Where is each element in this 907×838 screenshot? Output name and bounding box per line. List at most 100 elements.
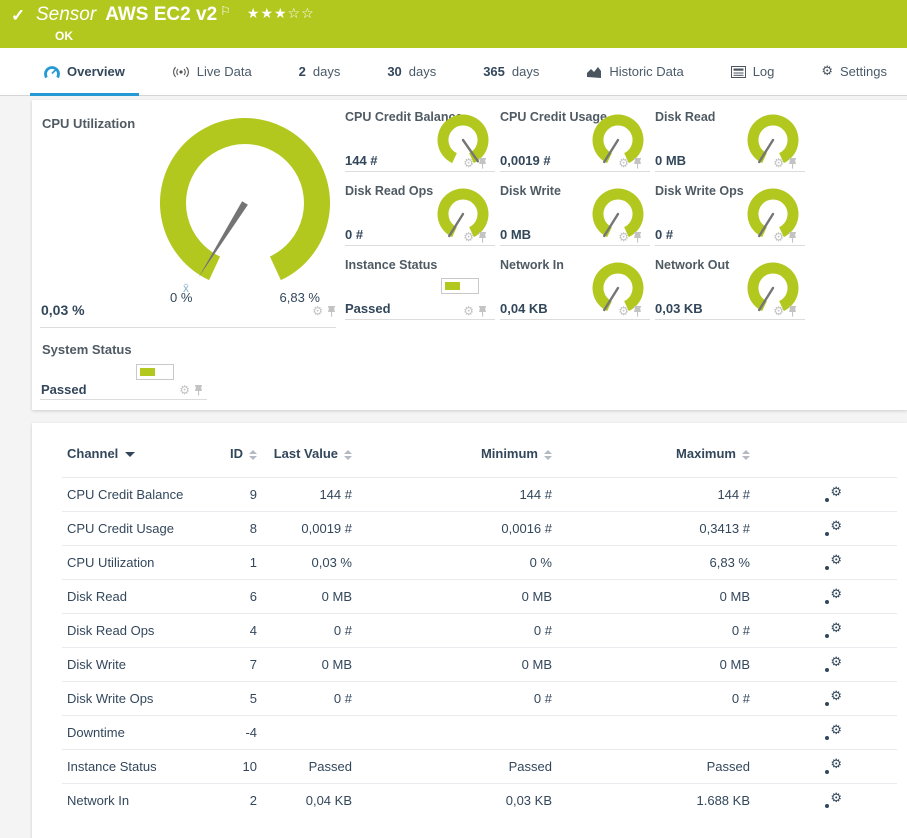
tile-settings-gear-icon[interactable]: ⚙ — [618, 157, 629, 169]
channel-settings-icon[interactable]: ⚙ — [825, 486, 842, 503]
tile-network-out[interactable]: Network Out 0,03 KB ⚙ — [655, 256, 805, 320]
tab-30-days[interactable]: 30 days — [373, 48, 450, 95]
status-indicator — [136, 364, 174, 380]
cell-min: 144 # — [357, 477, 557, 512]
tile-settings-gear-icon[interactable]: ⚙ — [312, 305, 323, 317]
tile-settings-gear-icon[interactable]: ⚙ — [463, 305, 474, 317]
pin-icon[interactable] — [788, 231, 797, 243]
cell-min — [357, 715, 557, 750]
table-row-network-in[interactable]: Network In 2 0,04 KB 0,03 KB 1.688 KB ⚙ — [62, 783, 897, 818]
flag-icon[interactable]: ⚐ — [220, 4, 231, 18]
cell-ch: Disk Read Ops — [62, 613, 202, 648]
tile-settings-gear-icon[interactable]: ⚙ — [618, 231, 629, 243]
tab-overview[interactable]: Overview — [30, 48, 139, 96]
tile-settings-gear-icon[interactable]: ⚙ — [463, 231, 474, 243]
cell-ch: Instance Status — [62, 749, 202, 784]
channel-settings-icon[interactable]: ⚙ — [825, 690, 842, 707]
col-header-channel[interactable]: Channel — [62, 423, 202, 478]
tile-settings-gear-icon[interactable]: ⚙ — [773, 157, 784, 169]
table-row-disk-read-ops[interactable]: Disk Read Ops 4 0 #0 #0 # ⚙ — [62, 613, 897, 648]
channel-settings-icon[interactable]: ⚙ — [825, 656, 842, 673]
cpu-utilization-gauge: x̄ — [160, 118, 330, 295]
table-row-disk-write[interactable]: Disk Write 7 0 MB 0 MB 0 MB ⚙ — [62, 647, 897, 682]
table-row-cpu-utilization[interactable]: CPU Utilization 1 0,03 % 0 % 6,83 % ⚙ — [62, 545, 897, 580]
table-row-disk-read[interactable]: Disk Read 6 0 MB 0 MB 0 MB ⚙ — [62, 579, 897, 614]
sort-icon — [249, 449, 257, 460]
tab-settings[interactable]: ⚙ Settings — [807, 48, 901, 95]
tab-365-days[interactable]: 365 days — [469, 48, 553, 95]
cell-ch: CPU Utilization — [62, 545, 202, 580]
channel-settings-icon[interactable]: ⚙ — [825, 554, 842, 571]
tile-disk-write[interactable]: Disk Write 0 MB ⚙ — [500, 182, 650, 246]
col-header-maximum[interactable]: Maximum — [557, 423, 755, 478]
channel-settings-icon[interactable]: ⚙ — [825, 792, 842, 809]
table-row-instance-status[interactable]: Instance Status 10 Passed Passed Passed ⚙ — [62, 749, 897, 784]
tile-value: 0 # — [345, 227, 364, 242]
table-row-cpu-credit-usage[interactable]: CPU Credit Usage 8 0,0019 #0,0016 #0,3413 … — [62, 511, 897, 546]
tab-label: days — [312, 64, 341, 79]
table-row-downtime[interactable]: Downtime -4 ⚙ — [62, 715, 897, 750]
pin-icon[interactable] — [194, 384, 203, 396]
channel-settings-icon[interactable]: ⚙ — [825, 520, 842, 537]
col-header-minimum[interactable]: Minimum — [357, 423, 557, 478]
tile-title: Network In — [500, 258, 564, 272]
tab-historic-data[interactable]: Historic Data — [572, 48, 697, 95]
cell-ch: Disk Write — [62, 647, 202, 682]
pin-icon[interactable] — [788, 305, 797, 317]
col-header-last-value[interactable]: Last Value — [262, 423, 357, 478]
table-header-row: Channel ID Last Value Minimum Maximum — [62, 423, 897, 478]
tile-network-in[interactable]: Network In 0,04 KB ⚙ — [500, 256, 650, 320]
tab-live-data[interactable]: Live Data — [158, 48, 266, 95]
cell-max: 144 # — [557, 477, 755, 512]
tile-cpu-utilization[interactable]: CPU Utilization x̄ 0 % 6,83 % 0,03 % ⚙ — [32, 100, 344, 328]
cell-min: 0 MB — [357, 647, 557, 682]
channel-settings-icon[interactable]: ⚙ — [825, 622, 842, 639]
pin-icon[interactable] — [478, 231, 487, 243]
tile-value: 0 # — [655, 227, 674, 242]
pin-icon[interactable] — [788, 157, 797, 169]
cell-last: Passed — [262, 749, 357, 784]
cell-min: 0,03 KB — [357, 783, 557, 818]
tile-settings-gear-icon[interactable]: ⚙ — [773, 231, 784, 243]
cell-ch: Disk Write Ops — [62, 681, 202, 716]
tile-title: System Status — [42, 342, 132, 357]
tab-log[interactable]: Log — [717, 48, 789, 95]
tile-system-status[interactable]: System Status Passed ⚙ — [32, 338, 217, 400]
pin-icon[interactable] — [633, 157, 642, 169]
pin-icon[interactable] — [633, 305, 642, 317]
tile-title: Instance Status — [345, 258, 438, 272]
col-header-id[interactable]: ID — [202, 423, 262, 478]
table-row-disk-write-ops[interactable]: Disk Write Ops 5 0 #0 #0 # ⚙ — [62, 681, 897, 716]
tile-value: 144 # — [345, 153, 378, 168]
channel-settings-icon[interactable]: ⚙ — [825, 588, 842, 605]
cell-last: 0 # — [262, 681, 357, 716]
tab-label: Historic Data — [609, 64, 684, 79]
tile-settings-gear-icon[interactable]: ⚙ — [773, 305, 784, 317]
cell-max: 0 MB — [557, 579, 755, 614]
tile-title: CPU Utilization — [42, 116, 136, 131]
pin-icon[interactable] — [478, 157, 487, 169]
tab-label: Settings — [840, 64, 887, 79]
channel-settings-icon[interactable]: ⚙ — [825, 724, 842, 741]
tab-2-days[interactable]: 2 days — [285, 48, 355, 95]
tile-instance-status[interactable]: Instance Status Passed ⚙ — [345, 256, 495, 320]
tile-settings-gear-icon[interactable]: ⚙ — [618, 305, 629, 317]
tile-disk-write-ops[interactable]: Disk Write Ops 0 # ⚙ — [655, 182, 805, 246]
cell-max: 6,83 % — [557, 545, 755, 580]
tile-disk-read-ops[interactable]: Disk Read Ops 0 # ⚙ — [345, 182, 495, 246]
channel-settings-icon[interactable]: ⚙ — [825, 758, 842, 775]
tile-disk-read[interactable]: Disk Read 0 MB ⚙ — [655, 108, 805, 172]
tile-cpu-credit-usage[interactable]: CPU Credit Usage 0,0019 # ⚙ — [500, 108, 650, 172]
pin-icon[interactable] — [633, 231, 642, 243]
live-icon — [172, 66, 190, 78]
tile-settings-gear-icon[interactable]: ⚙ — [179, 384, 190, 396]
table-row-cpu-credit-balance[interactable]: CPU Credit Balance 9 144 #144 #144 # ⚙ — [62, 477, 897, 512]
sensor-type-label: Sensor — [36, 4, 97, 25]
pin-icon[interactable] — [327, 305, 336, 317]
tile-cpu-credit-balance[interactable]: CPU Credit Balance 144 # ⚙ — [345, 108, 495, 172]
rating-stars[interactable]: ★★★☆☆ — [247, 6, 315, 22]
cell-id: 1 — [202, 545, 262, 580]
pin-icon[interactable] — [478, 305, 487, 317]
tile-settings-gear-icon[interactable]: ⚙ — [463, 157, 474, 169]
tile-value: Passed — [345, 301, 391, 316]
